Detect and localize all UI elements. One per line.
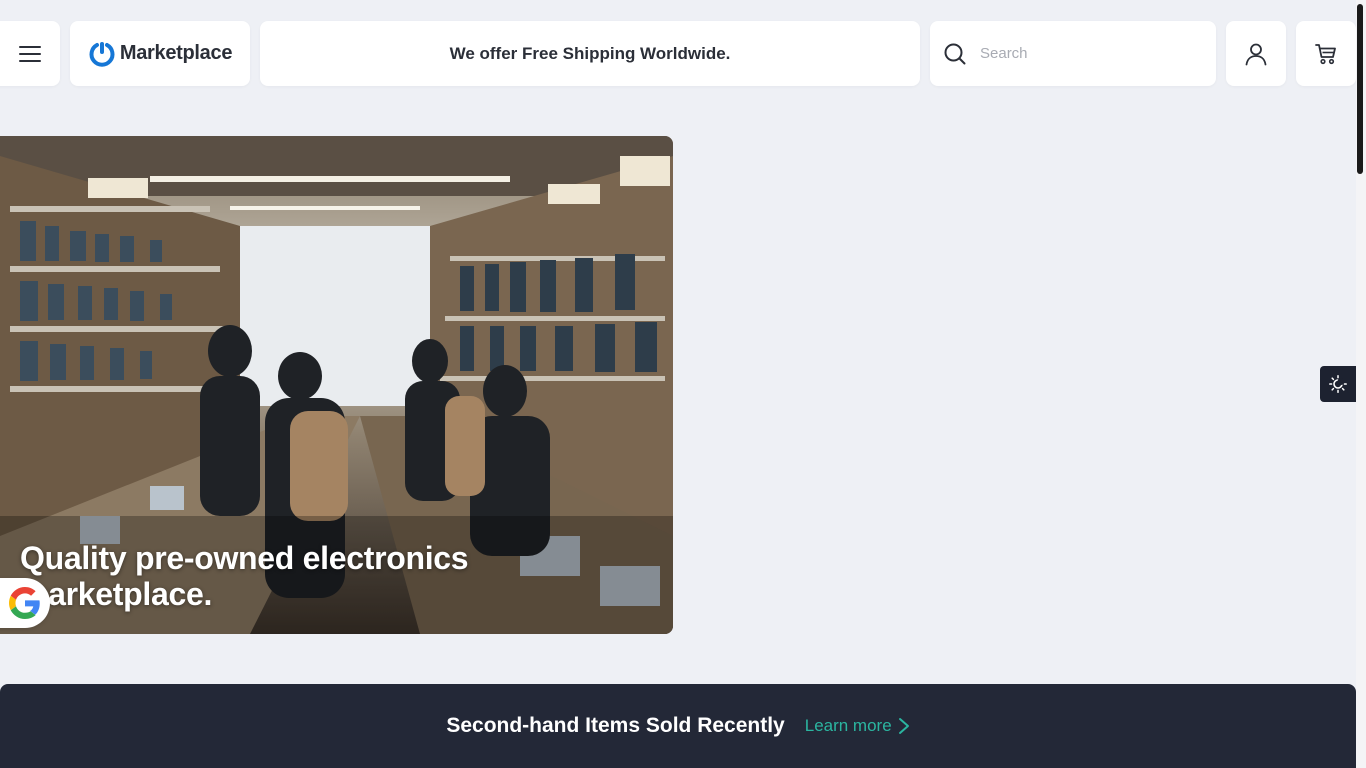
promo-banner: We offer Free Shipping Worldwide. [260,21,920,86]
scrollbar-thumb[interactable] [1357,4,1363,174]
google-badge[interactable] [0,578,50,628]
search-bar[interactable] [930,21,1216,86]
page: Marketplace We offer Free Shipping World… [0,0,1366,768]
menu-button[interactable] [0,21,60,86]
account-button[interactable] [1226,21,1286,86]
sun-moon-icon [1329,375,1347,393]
sold-recently-title: Second-hand Items Sold Recently [446,714,785,737]
logo-icon [89,41,115,67]
user-icon [1245,43,1267,65]
cart-icon [1315,43,1336,64]
learn-more-label: Learn more [804,716,892,735]
cart-button[interactable] [1296,21,1356,86]
logo-text: Marketplace [119,42,233,64]
chevron-right-icon [898,718,909,734]
hero-title: Quality pre-owned electronics marketplac… [20,540,469,612]
page-scrollbar[interactable] [1356,0,1366,768]
logo[interactable]: Marketplace [70,21,250,86]
search-icon [944,43,966,64]
hero-image: Quality pre-owned electronics marketplac… [0,136,673,634]
theme-toggle-button[interactable] [1320,366,1356,402]
google-icon [9,587,40,619]
search-input[interactable] [980,45,1200,62]
promo-text: We offer Free Shipping Worldwide. [449,43,731,63]
hamburger-menu-icon [19,45,41,62]
sold-recently-banner: Second-hand Items Sold Recently Learn mo… [0,684,1356,768]
learn-more-link[interactable]: Learn more [805,716,910,736]
